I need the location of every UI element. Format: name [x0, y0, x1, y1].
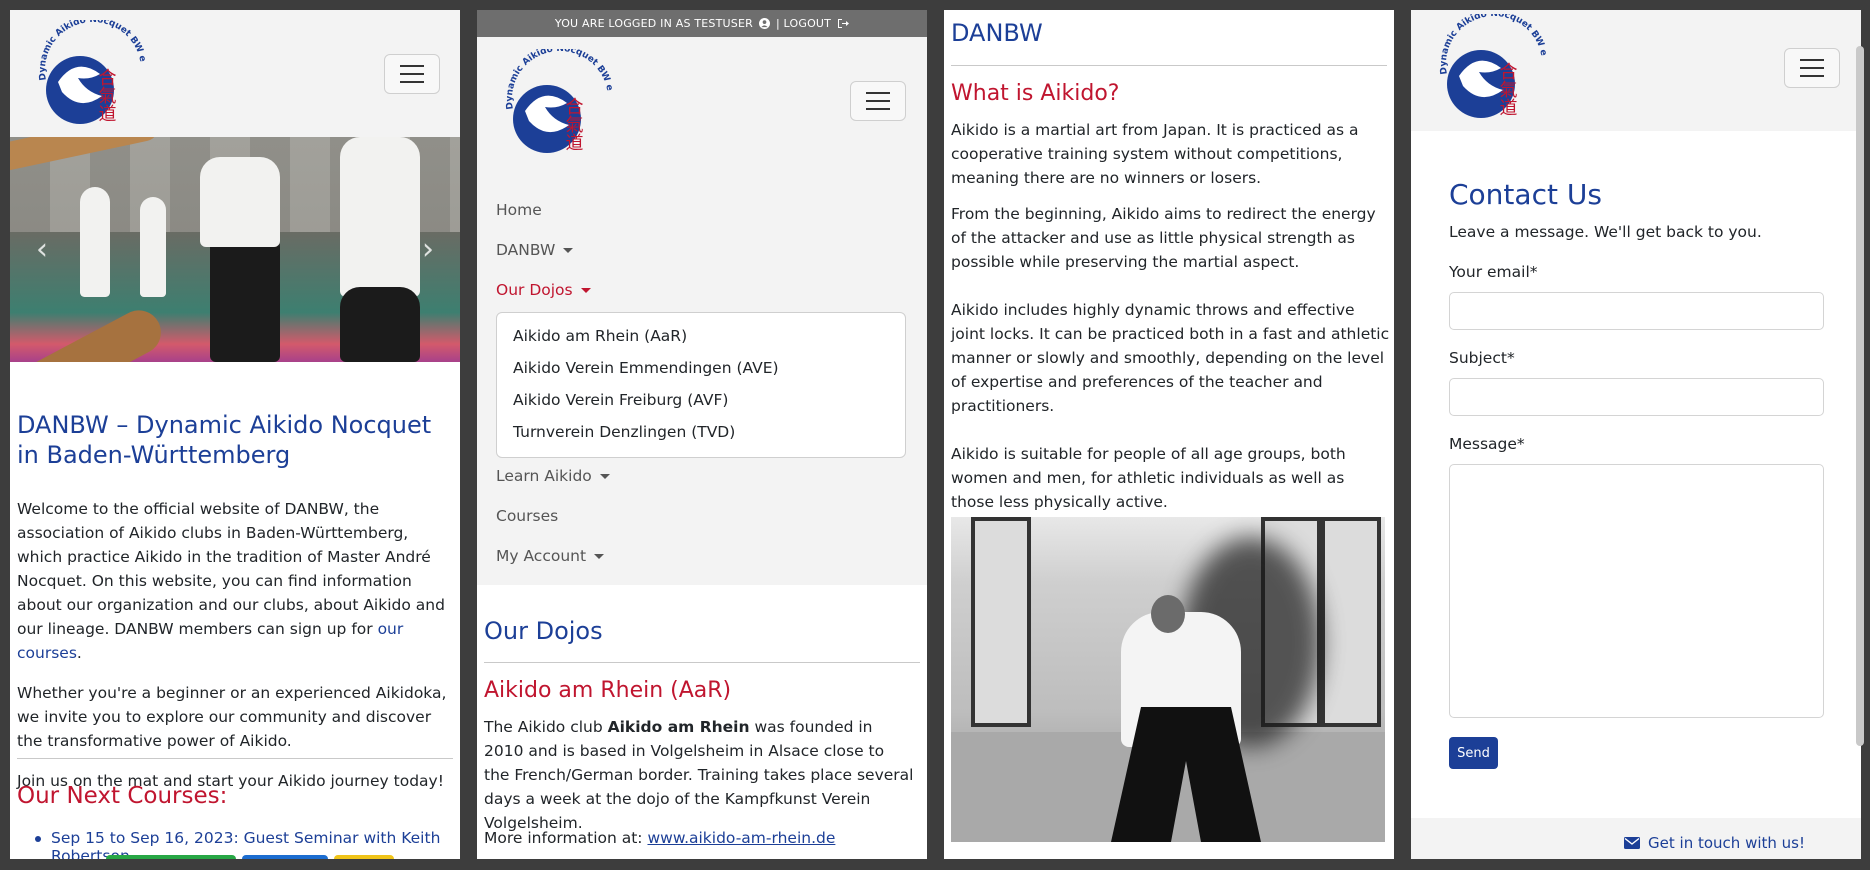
page-title: Our Dojos [484, 617, 603, 645]
invite-paragraph: Whether you're a beginner or an experien… [17, 684, 447, 750]
dojos-dropdown-menu: Aikido am Rhein (AaR) Aikido Verein Emme… [496, 312, 906, 458]
home-page-panel: Dynamic Aikido Nocquet BW e.V. 合氣道 ‹ › D… [10, 10, 460, 859]
dropdown-item-avf[interactable]: Aikido Verein Freiburg (AVF) [513, 391, 728, 409]
subject-label: Subject* [1449, 349, 1515, 367]
caret-down-icon [563, 248, 574, 253]
page-scrollbar[interactable] [1856, 46, 1864, 746]
hero-carousel[interactable]: ‹ › [10, 137, 460, 362]
user-icon [758, 18, 770, 29]
send-button[interactable]: Send [1449, 737, 1498, 769]
page-title: DANBW [951, 19, 1043, 47]
intro-text: Welcome to the official website of DANBW… [17, 497, 447, 809]
more-info-line: More information at: www.aikido-am-rhein… [484, 829, 836, 847]
message-textarea[interactable] [1449, 464, 1824, 718]
danbw-logo[interactable]: Dynamic Aikido Nocquet BW e.V. 合氣道 [1429, 14, 1561, 124]
dropdown-item-tvd[interactable]: Turnverein Denzlingen (TVD) [513, 423, 735, 441]
email-field[interactable] [1449, 292, 1824, 330]
message-label: Message* [1449, 435, 1525, 453]
get-in-touch-link[interactable]: Get in touch with us! [1624, 834, 1805, 852]
danbw-logo[interactable]: Dynamic Aikido Nocquet BW e.V. 合氣道 [495, 49, 627, 159]
nav-courses[interactable]: Courses [496, 507, 558, 525]
menu-toggle-button[interactable] [1784, 48, 1840, 88]
svg-text:合氣道: 合氣道 [96, 68, 117, 122]
page-title: Contact Us [1449, 178, 1602, 211]
navbar: Dynamic Aikido Nocquet BW e.V. 合氣道 [10, 10, 460, 137]
course-badge [106, 855, 236, 859]
caret-down-icon [599, 474, 610, 479]
nav-my-account[interactable]: My Account [496, 547, 605, 565]
dojos-page-panel: YOU ARE LOGGED IN AS TESTUSER | LOGOUT D… [477, 10, 927, 859]
next-courses-heading: Our Next Courses: [17, 783, 228, 809]
envelope-icon [1624, 837, 1641, 849]
contact-page-panel: Dynamic Aikido Nocquet BW e.V. 合氣道 Conta… [1411, 10, 1861, 859]
dojo-website-link[interactable]: www.aikido-am-rhein.de [647, 829, 835, 847]
course-badge [334, 855, 394, 859]
caret-down-icon [594, 554, 605, 559]
divider [951, 65, 1387, 66]
caret-down-icon [580, 288, 591, 293]
navbar: Dynamic Aikido Nocquet BW e.V. 合氣道 [1411, 10, 1861, 131]
dropdown-item-aar[interactable]: Aikido am Rhein (AaR) [513, 327, 687, 345]
dojo-description: The Aikido club Aikido am Rhein was foun… [484, 718, 914, 832]
carousel-next-icon[interactable]: › [422, 232, 434, 267]
logout-link[interactable]: | LOGOUT [776, 17, 831, 30]
section-heading: What is Aikido? [951, 81, 1120, 106]
nav-learn-aikido[interactable]: Learn Aikido [496, 467, 610, 485]
menu-toggle-button[interactable] [384, 54, 440, 94]
aikido-photo [951, 517, 1385, 842]
nav-our-dojos[interactable]: Our Dojos [496, 281, 591, 299]
divider [484, 662, 920, 663]
dojo-heading: Aikido am Rhein (AaR) [484, 678, 732, 703]
contact-lead: Leave a message. We'll get back to you. [1449, 223, 1762, 241]
email-label: Your email* [1449, 263, 1538, 281]
dropdown-item-ave[interactable]: Aikido Verein Emmendingen (AVE) [513, 359, 779, 377]
nav-danbw[interactable]: DANBW [496, 241, 574, 259]
svg-text:合氣道: 合氣道 [563, 97, 584, 151]
divider [17, 758, 453, 759]
svg-text:合氣道: 合氣道 [1497, 62, 1518, 116]
logout-icon[interactable] [837, 18, 850, 29]
carousel-prev-icon[interactable]: ‹ [36, 232, 48, 267]
nav-home[interactable]: Home [496, 201, 542, 219]
navbar-expanded: Dynamic Aikido Nocquet BW e.V. 合氣道 Home … [477, 37, 927, 585]
about-aikido-panel: DANBW What is Aikido? Aikido is a martia… [944, 10, 1394, 859]
login-status-bar: YOU ARE LOGGED IN AS TESTUSER | LOGOUT [477, 10, 927, 37]
subject-field[interactable] [1449, 378, 1824, 416]
course-badge [242, 855, 328, 859]
menu-toggle-button[interactable] [850, 81, 906, 121]
page-title: DANBW – Dynamic Aikido Nocquet in Baden-… [17, 411, 432, 469]
danbw-logo[interactable]: Dynamic Aikido Nocquet BW e.V. 合氣道 [28, 20, 160, 130]
aikido-description: Aikido is a martial art from Japan. It i… [951, 121, 1390, 511]
